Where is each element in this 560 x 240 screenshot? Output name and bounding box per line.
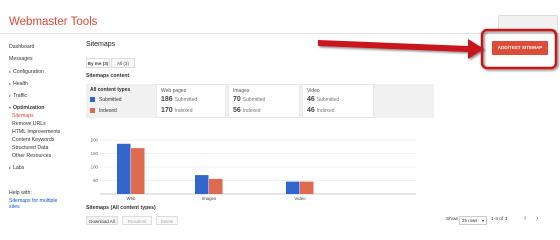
bar-indexed-images[interactable]: [209, 178, 223, 194]
legend-indexed[interactable]: Indexed: [90, 108, 117, 114]
indexed-swatch: [90, 108, 95, 113]
bar-indexed-web[interactable]: [131, 148, 145, 194]
stat-label: Indexed: [174, 108, 193, 114]
stat-images[interactable]: Images 70 Submitted 56 Indexed: [228, 84, 300, 118]
app-title[interactable]: Webmaster Tools: [9, 16, 97, 28]
sitemap-bar-chart: 50 100 150 200 Web Images Video: [86, 136, 486, 205]
delete-button[interactable]: Delete: [156, 216, 178, 225]
y-tick-label: 50: [93, 178, 98, 183]
stat-header: Web pages: [161, 88, 187, 94]
sidebar-item-html-improvements[interactable]: HTML Improvements: [12, 129, 60, 135]
stat-submitted: 46 Submitted: [307, 96, 339, 103]
main-content: Sitemaps ADD/TEST SITEMAP By me (3) All …: [86, 36, 556, 225]
sitemaps-content-label: Sitemaps content: [86, 73, 130, 79]
sidebar-item-configuration[interactable]: Configuration: [9, 69, 44, 75]
sidebar-item-content-keywords[interactable]: Content Keywords: [12, 137, 54, 143]
help-link-multiple-sites[interactable]: Sitemaps for multiple sites: [9, 198, 69, 210]
bar-indexed-video[interactable]: [300, 181, 314, 194]
x-category-label: Web: [127, 196, 137, 201]
stat-header: Images: [233, 88, 250, 94]
sidebar-item-structured-data[interactable]: Structured Data: [12, 145, 48, 151]
sidebar-item-messages[interactable]: Messages: [9, 56, 33, 62]
stats-panel: All content types Submitted Indexed Web …: [86, 84, 434, 118]
y-tick-label: 100: [91, 165, 99, 170]
sidebar: Dashboard Messages Configuration Health Traf…: [0, 36, 80, 225]
stat-header: Video: [307, 88, 320, 94]
legend-indexed-label: Indexed: [99, 108, 117, 114]
stat-value: 186: [161, 96, 173, 103]
submitted-swatch: [90, 97, 95, 102]
sidebar-item-optimization[interactable]: Optimization: [9, 105, 44, 111]
page-title: Sitemaps: [86, 41, 116, 48]
bar-submitted-images[interactable]: [195, 175, 209, 194]
sidebar-item-sitemaps[interactable]: Sitemaps: [12, 113, 34, 119]
header-control[interactable]: [498, 15, 558, 31]
y-tick-label: 200: [91, 138, 99, 143]
sidebar-item-labs[interactable]: Labs: [9, 165, 24, 171]
all-content-types-label: Sitemaps (All content types): [86, 205, 156, 211]
legend-header: All content types: [90, 87, 131, 93]
stat-value: 170: [161, 107, 173, 114]
tab-by-me[interactable]: By me (3): [86, 58, 110, 68]
resubmit-button[interactable]: Resubmit: [122, 216, 152, 225]
stat-label: Submitted: [242, 97, 266, 103]
stat-label: Indexed: [316, 108, 335, 114]
stat-video[interactable]: Video 46 Submitted 46 Indexed: [302, 84, 374, 118]
x-category-label: Images: [202, 196, 217, 201]
stat-value: 46: [307, 96, 315, 103]
stat-web-pages[interactable]: Web pages 186 Submitted 170 Indexed: [156, 84, 226, 118]
sidebar-item-health[interactable]: Health: [9, 81, 28, 87]
bar-submitted-video[interactable]: [286, 181, 300, 194]
help-title: Help with:: [9, 190, 32, 196]
stat-submitted: 186 Submitted: [161, 96, 197, 103]
stat-label: Indexed: [242, 108, 261, 114]
tab-all[interactable]: All (3): [111, 58, 135, 68]
sidebar-item-traffic[interactable]: Traffic: [9, 93, 27, 99]
sidebar-item-other-resources[interactable]: Other Resources: [12, 153, 51, 159]
prev-page-icon[interactable]: ‹: [524, 215, 526, 222]
stat-submitted: 70 Submitted: [233, 96, 265, 103]
stat-label: Submitted: [316, 97, 340, 103]
sidebar-item-remove-urls[interactable]: Remove URLs: [12, 121, 46, 127]
show-label: Show: [446, 217, 458, 222]
legend: All content types Submitted Indexed: [90, 87, 156, 114]
stat-label: Submitted: [174, 97, 198, 103]
header: Webmaster Tools: [0, 6, 560, 34]
chart-svg: 50 100 150 200 Web Images Video: [91, 138, 416, 201]
sidebar-item-dashboard[interactable]: Dashboard: [9, 44, 34, 50]
download-all-button[interactable]: Download All: [86, 216, 118, 225]
stat-indexed: 56 Indexed: [233, 107, 261, 114]
stat-indexed: 46 Indexed: [307, 107, 335, 114]
x-category-label: Video: [294, 196, 306, 201]
stat-value: 70: [233, 96, 241, 103]
bar-submitted-web[interactable]: [117, 143, 131, 194]
pager-range: 1-3 of 3: [491, 217, 508, 222]
stat-value: 46: [307, 107, 315, 114]
next-page-icon[interactable]: ›: [536, 215, 538, 222]
stat-indexed: 170 Indexed: [161, 107, 192, 114]
stat-value: 56: [233, 107, 241, 114]
legend-submitted[interactable]: Submitted: [90, 97, 122, 103]
y-tick-label: 150: [91, 151, 99, 156]
add-test-sitemap-button[interactable]: ADD/TEST SITEMAP: [492, 41, 548, 55]
rows-per-page-select[interactable]: 25 rows: [459, 216, 487, 225]
legend-submitted-label: Submitted: [99, 97, 122, 103]
